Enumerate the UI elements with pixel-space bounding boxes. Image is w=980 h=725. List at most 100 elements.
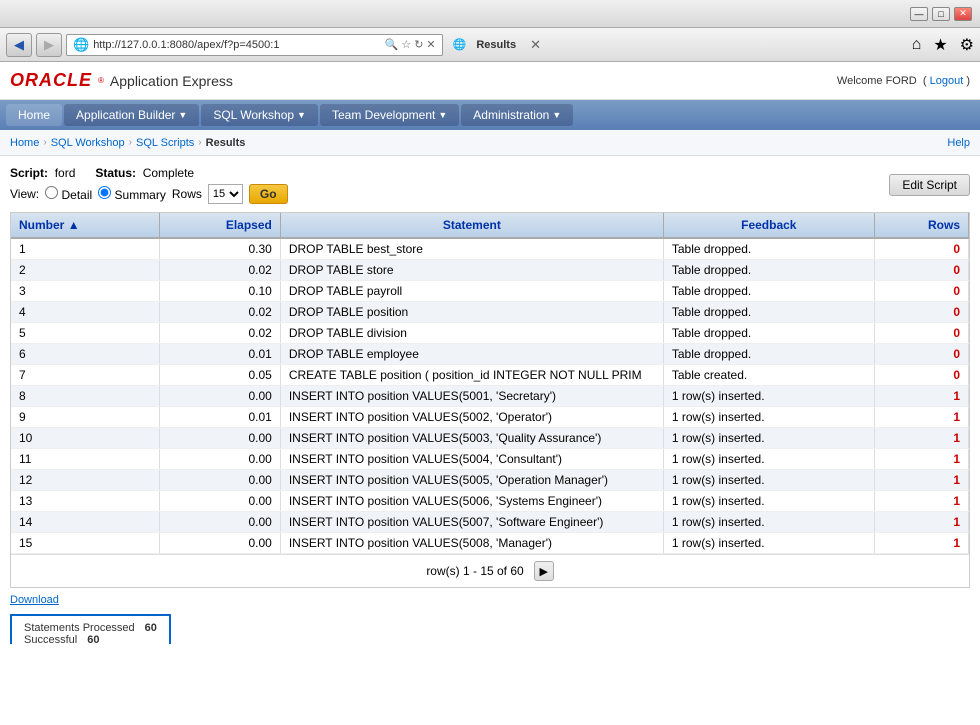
cell-statement: DROP TABLE store [280,260,663,281]
cell-statement: INSERT INTO position VALUES(5008, 'Manag… [280,533,663,554]
cell-feedback: 1 row(s) inserted. [663,512,874,533]
cell-elapsed: 0.00 [159,491,280,512]
cell-number: 10 [11,428,159,449]
cell-number: 4 [11,302,159,323]
cell-number: 13 [11,491,159,512]
admin-arrow: ▼ [552,110,561,120]
cell-elapsed: 0.00 [159,512,280,533]
table-row: 6 0.01 DROP TABLE employee Table dropped… [11,344,969,365]
address-text: http://127.0.0.1:8080/apex/f?p=4500:1 [93,39,380,51]
cell-feedback: 1 row(s) inserted. [663,449,874,470]
cell-number: 15 [11,533,159,554]
cell-rows: 0 [874,260,968,281]
cell-feedback: Table created. [663,365,874,386]
address-icons: 🔍 ☆ ↻ ✕ [385,38,436,51]
breadcrumb-home[interactable]: Home [10,137,39,149]
cell-elapsed: 0.00 [159,449,280,470]
app-builder-arrow: ▼ [178,110,187,120]
cell-statement: DROP TABLE employee [280,344,663,365]
table-row: 8 0.00 INSERT INTO position VALUES(5001,… [11,386,969,407]
forward-button[interactable]: ▶ [36,33,62,57]
col-elapsed[interactable]: Elapsed [159,213,280,238]
maximize-button[interactable]: □ [932,7,950,21]
cell-number: 9 [11,407,159,428]
go-button[interactable]: Go [249,184,288,204]
team-dev-arrow: ▼ [438,110,447,120]
cell-number: 14 [11,512,159,533]
cell-feedback: Table dropped. [663,238,874,260]
status-value: Complete [143,166,194,180]
table-row: 3 0.10 DROP TABLE payroll Table dropped.… [11,281,969,302]
summary-radio[interactable] [98,186,111,199]
cell-rows: 0 [874,323,968,344]
table-row: 14 0.00 INSERT INTO position VALUES(5007… [11,512,969,533]
cell-statement: INSERT INTO position VALUES(5006, 'Syste… [280,491,663,512]
cell-rows: 0 [874,344,968,365]
cell-statement: INSERT INTO position VALUES(5004, 'Consu… [280,449,663,470]
stats-successful-row: Successful 60 [24,634,157,644]
welcome-area: Welcome FORD ( Logout ) [837,75,970,87]
detail-radio-label[interactable]: Detail [45,186,92,202]
nav-app-builder[interactable]: Application Builder ▼ [64,104,199,126]
download-link[interactable]: Download [10,594,970,606]
summary-radio-label[interactable]: Summary [98,186,166,202]
browser-nav-bar: ◀ ▶ 🌐 http://127.0.0.1:8080/apex/f?p=450… [0,28,980,62]
refresh-icon[interactable]: ↻ [414,38,423,51]
nav-administration[interactable]: Administration ▼ [461,104,573,126]
logout-link[interactable]: Logout [930,75,964,87]
stop-icon[interactable]: ✕ [426,38,435,51]
cell-feedback: Table dropped. [663,302,874,323]
rows-label: Rows [172,187,202,201]
table-row: 10 0.00 INSERT INTO position VALUES(5003… [11,428,969,449]
address-bar[interactable]: 🌐 http://127.0.0.1:8080/apex/f?p=4500:1 … [66,34,443,56]
cell-elapsed: 0.00 [159,470,280,491]
script-label: Script: ford [10,166,75,180]
cell-statement: DROP TABLE best_store [280,238,663,260]
col-number[interactable]: Number ▲ [11,213,159,238]
breadcrumb-sep-3: › [198,137,201,148]
breadcrumb-sep-1: › [43,137,46,148]
rows-select[interactable]: 15 25 50 [208,184,243,204]
nav-home[interactable]: Home [6,104,62,126]
home-icon[interactable]: ⌂ [912,36,922,54]
cell-feedback: 1 row(s) inserted. [663,491,874,512]
script-info-bar: Script: ford Status: Complete View: Deta… [10,166,970,204]
close-tab-icon[interactable]: ✕ [530,37,541,53]
edit-script-button[interactable]: Edit Script [889,174,970,196]
cell-elapsed: 0.10 [159,281,280,302]
nav-sql-workshop[interactable]: SQL Workshop ▼ [201,104,318,126]
oracle-logo: ORACLE ® Application Express [10,70,233,91]
status-area: Status: Complete [95,166,194,180]
minimize-button[interactable]: — [910,7,928,21]
cell-feedback: 1 row(s) inserted. [663,407,874,428]
breadcrumb-sql-scripts[interactable]: SQL Scripts [136,137,194,149]
breadcrumb-sql-workshop[interactable]: SQL Workshop [51,137,125,149]
next-page-button[interactable]: ▶ [534,561,554,581]
close-button[interactable]: ✕ [954,7,972,21]
cell-elapsed: 0.01 [159,407,280,428]
app-express-label: Application Express [110,73,233,89]
col-feedback[interactable]: Feedback [663,213,874,238]
sql-workshop-arrow: ▼ [297,110,306,120]
cell-feedback: Table dropped. [663,344,874,365]
main-nav: Home Application Builder ▼ SQL Workshop … [0,100,980,130]
table-row: 12 0.00 INSERT INTO position VALUES(5005… [11,470,969,491]
script-meta: Script: ford Status: Complete [10,166,288,180]
settings-icon[interactable]: ⚙ [960,35,974,55]
favorites-star-icon[interactable]: ★ [933,35,947,55]
back-button[interactable]: ◀ [6,33,32,57]
table-row: 13 0.00 INSERT INTO position VALUES(5006… [11,491,969,512]
stats-successful-label: Successful [24,634,77,644]
cell-feedback: 1 row(s) inserted. [663,428,874,449]
cell-feedback: Table dropped. [663,281,874,302]
col-statement[interactable]: Statement [280,213,663,238]
results-table-container: Number ▲ Elapsed Statement Feedback Rows… [10,212,970,588]
col-rows[interactable]: Rows [874,213,968,238]
nav-team-development[interactable]: Team Development ▼ [320,104,459,126]
table-header-row: Number ▲ Elapsed Statement Feedback Rows [11,213,969,238]
cell-statement: CREATE TABLE position ( position_id INTE… [280,365,663,386]
help-link[interactable]: Help [947,137,970,149]
detail-radio[interactable] [45,186,58,199]
results-table: Number ▲ Elapsed Statement Feedback Rows… [11,213,969,554]
sort-arrow: ▲ [68,218,80,232]
